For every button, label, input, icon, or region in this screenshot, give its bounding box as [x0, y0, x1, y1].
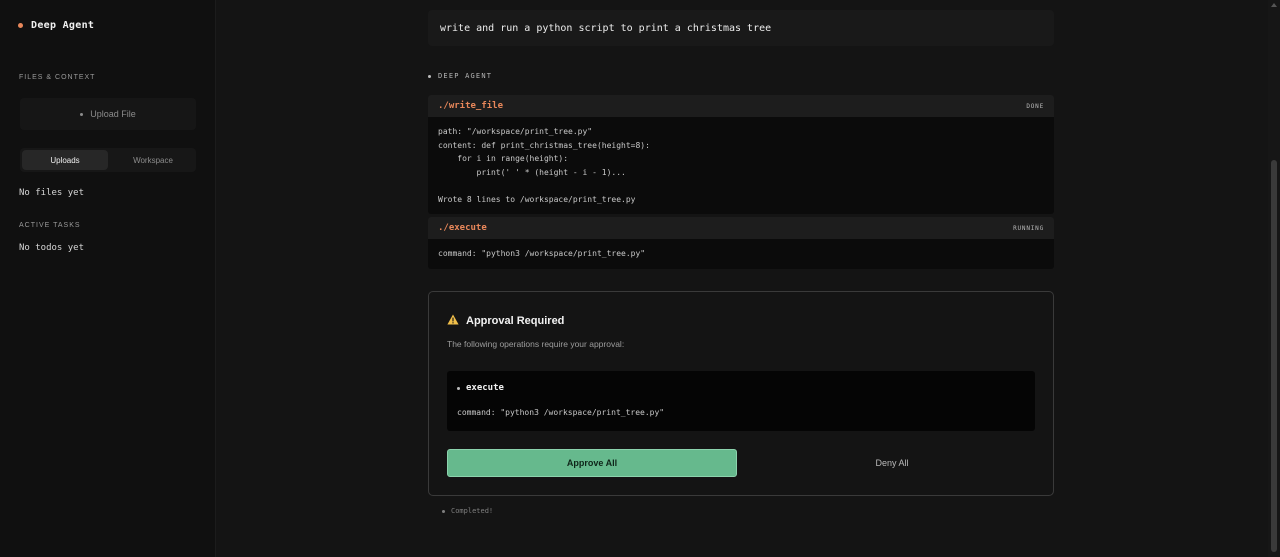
warning-icon [447, 314, 459, 328]
user-message-text: write and run a python script to print a… [440, 22, 772, 34]
user-message: write and run a python script to print a… [428, 10, 1054, 46]
deny-all-button[interactable]: Deny All [747, 449, 1037, 477]
chat-area: write and run a python script to print a… [216, 0, 1268, 557]
upload-file-button[interactable]: Upload File [20, 98, 196, 130]
tool-output: path: "/workspace/print_tree.py" content… [438, 127, 650, 204]
approval-panel: Approval Required The following operatio… [428, 291, 1054, 496]
tasks-empty-text: No todos yet [19, 243, 85, 253]
scrollbar[interactable] [1268, 0, 1280, 557]
completed-text: Completed! [451, 507, 494, 515]
operation-command: command: "python3 /workspace/print_tree.… [457, 408, 665, 417]
tab-workspace[interactable]: Workspace [110, 148, 196, 172]
sidebar: Deep Agent FILES & CONTEXT Upload File U… [0, 0, 216, 557]
brand-dot-icon [18, 23, 23, 28]
tool-call-execute: ./execute RUNNING command: "python3 /wor… [428, 217, 1054, 269]
scrollbar-thumb[interactable] [1271, 160, 1277, 552]
upload-dot-icon [80, 112, 84, 116]
completed-dot-icon [442, 509, 445, 513]
tasks-section-label: ACTIVE TASKS [19, 222, 81, 229]
operation-dot-icon [457, 386, 460, 390]
approval-operation: execute command: "python3 /workspace/pri… [447, 371, 1035, 431]
files-section-label: FILES & CONTEXT [19, 74, 96, 81]
tab-uploads[interactable]: Uploads [22, 150, 108, 170]
operation-name: execute [457, 383, 504, 393]
approval-description: The following operations require your ap… [447, 339, 625, 349]
upload-file-label: Upload File [90, 109, 136, 119]
approval-title: Approval Required [447, 314, 564, 328]
agent-dot-icon [428, 74, 431, 78]
agent-label-text: DEEP AGENT [438, 72, 493, 80]
tool-header[interactable]: ./execute RUNNING [428, 217, 1054, 239]
brand-title: Deep Agent [31, 20, 95, 31]
tool-status-badge: RUNNING [1013, 224, 1044, 232]
files-empty-text: No files yet [19, 188, 85, 198]
tool-output: command: "python3 /workspace/print_tree.… [438, 249, 646, 258]
brand: Deep Agent [18, 20, 94, 31]
tool-name: ./write_file [438, 101, 504, 111]
approve-all-button[interactable]: Approve All [447, 449, 737, 477]
approval-title-text: Approval Required [466, 315, 565, 327]
completed-status: Completed! [442, 507, 493, 515]
file-tabs: Uploads Workspace [20, 148, 196, 172]
agent-label: DEEP AGENT [428, 72, 492, 80]
operation-name-text: execute [466, 383, 504, 393]
tool-name: ./execute [438, 223, 487, 233]
tool-call-write-file: ./write_file DONE path: "/workspace/prin… [428, 95, 1054, 214]
tool-status-badge: DONE [1026, 102, 1044, 110]
tool-header[interactable]: ./write_file DONE [428, 95, 1054, 117]
scroll-up-icon[interactable] [1271, 3, 1277, 7]
